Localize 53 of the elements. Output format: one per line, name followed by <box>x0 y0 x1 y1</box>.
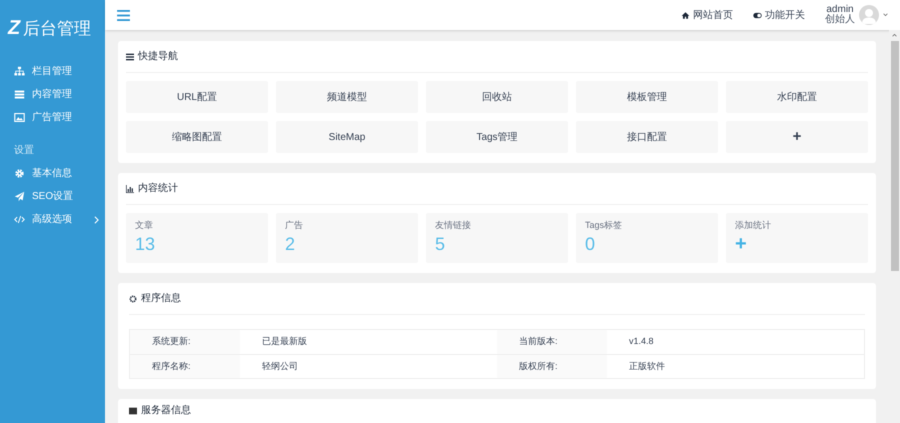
card-title: 快捷导航 <box>138 50 178 64</box>
table-cell-text: 轻纲公司 <box>261 360 299 373</box>
stat-label: Tags标签 <box>585 220 624 230</box>
stat-label: 广告 <box>285 220 304 230</box>
user-role: 创始人 <box>825 15 855 25</box>
bar-chart-icon <box>126 184 134 192</box>
sitemap-icon <box>14 66 25 77</box>
logo-mark: Z <box>8 18 20 38</box>
logo-text: 后台管理 <box>23 20 92 36</box>
stat-value: 5 <box>435 233 446 256</box>
stat-value: 0 <box>585 233 596 256</box>
table-label: 系统更新: <box>130 330 240 354</box>
quick-nav-button[interactable]: 缩略图配置 <box>126 121 268 153</box>
top-link[interactable]: 网站首页 <box>681 8 733 22</box>
code-icon <box>14 214 25 225</box>
table-label: 当前版本: <box>497 330 607 354</box>
table-cell-text: 正版软件 <box>628 360 666 373</box>
stat-label: 文章 <box>135 220 154 230</box>
quick-nav-button[interactable]: SiteMap <box>276 121 418 153</box>
quick-nav-button[interactable]: 回收站 <box>426 81 568 113</box>
image-icon <box>14 112 25 123</box>
paper-plane-icon <box>14 191 25 202</box>
card-title: 程序信息 <box>141 292 181 306</box>
quick-nav-button[interactable]: 水印配置 <box>726 81 868 113</box>
card-title: 内容统计 <box>138 182 178 196</box>
table-label: 程序名称: <box>130 355 240 378</box>
table-cell-text: v1.4.8 <box>628 335 655 348</box>
toggle-icon <box>753 10 762 20</box>
stat-tile[interactable]: 添加统计 + <box>726 213 868 263</box>
menu-icon <box>126 52 134 60</box>
stat-label: 添加统计 <box>735 220 772 230</box>
gear-icon <box>129 294 137 302</box>
quick-nav-button[interactable]: 接口配置 <box>576 121 718 153</box>
scroll-up-icon[interactable] <box>892 33 897 37</box>
quick-nav-button[interactable]: 频道模型 <box>276 81 418 113</box>
top-link[interactable]: 功能开关 <box>753 8 805 22</box>
quick-nav-button[interactable]: URL配置 <box>126 81 268 113</box>
gear-icon <box>14 168 25 179</box>
menu-icon[interactable] <box>117 10 130 20</box>
table-cell-text: 已是最新版 <box>261 335 308 348</box>
add-button[interactable]: + <box>726 121 868 153</box>
list-icon <box>14 89 25 100</box>
quick-nav-button[interactable]: Tags管理 <box>426 121 568 153</box>
sidebar-section-title: 设置 <box>13 144 35 158</box>
stat-label: 友情链接 <box>435 220 472 230</box>
home-icon <box>681 10 690 20</box>
table-label: 版权所有: <box>497 355 607 378</box>
stat-value: 13 <box>135 233 156 256</box>
stat-value: 2 <box>285 233 296 256</box>
card-title: 服务器信息 <box>141 405 191 418</box>
caret-down-icon[interactable] <box>883 13 888 17</box>
quick-nav-button[interactable]: 模板管理 <box>576 81 718 113</box>
user-name: admin <box>826 5 854 15</box>
